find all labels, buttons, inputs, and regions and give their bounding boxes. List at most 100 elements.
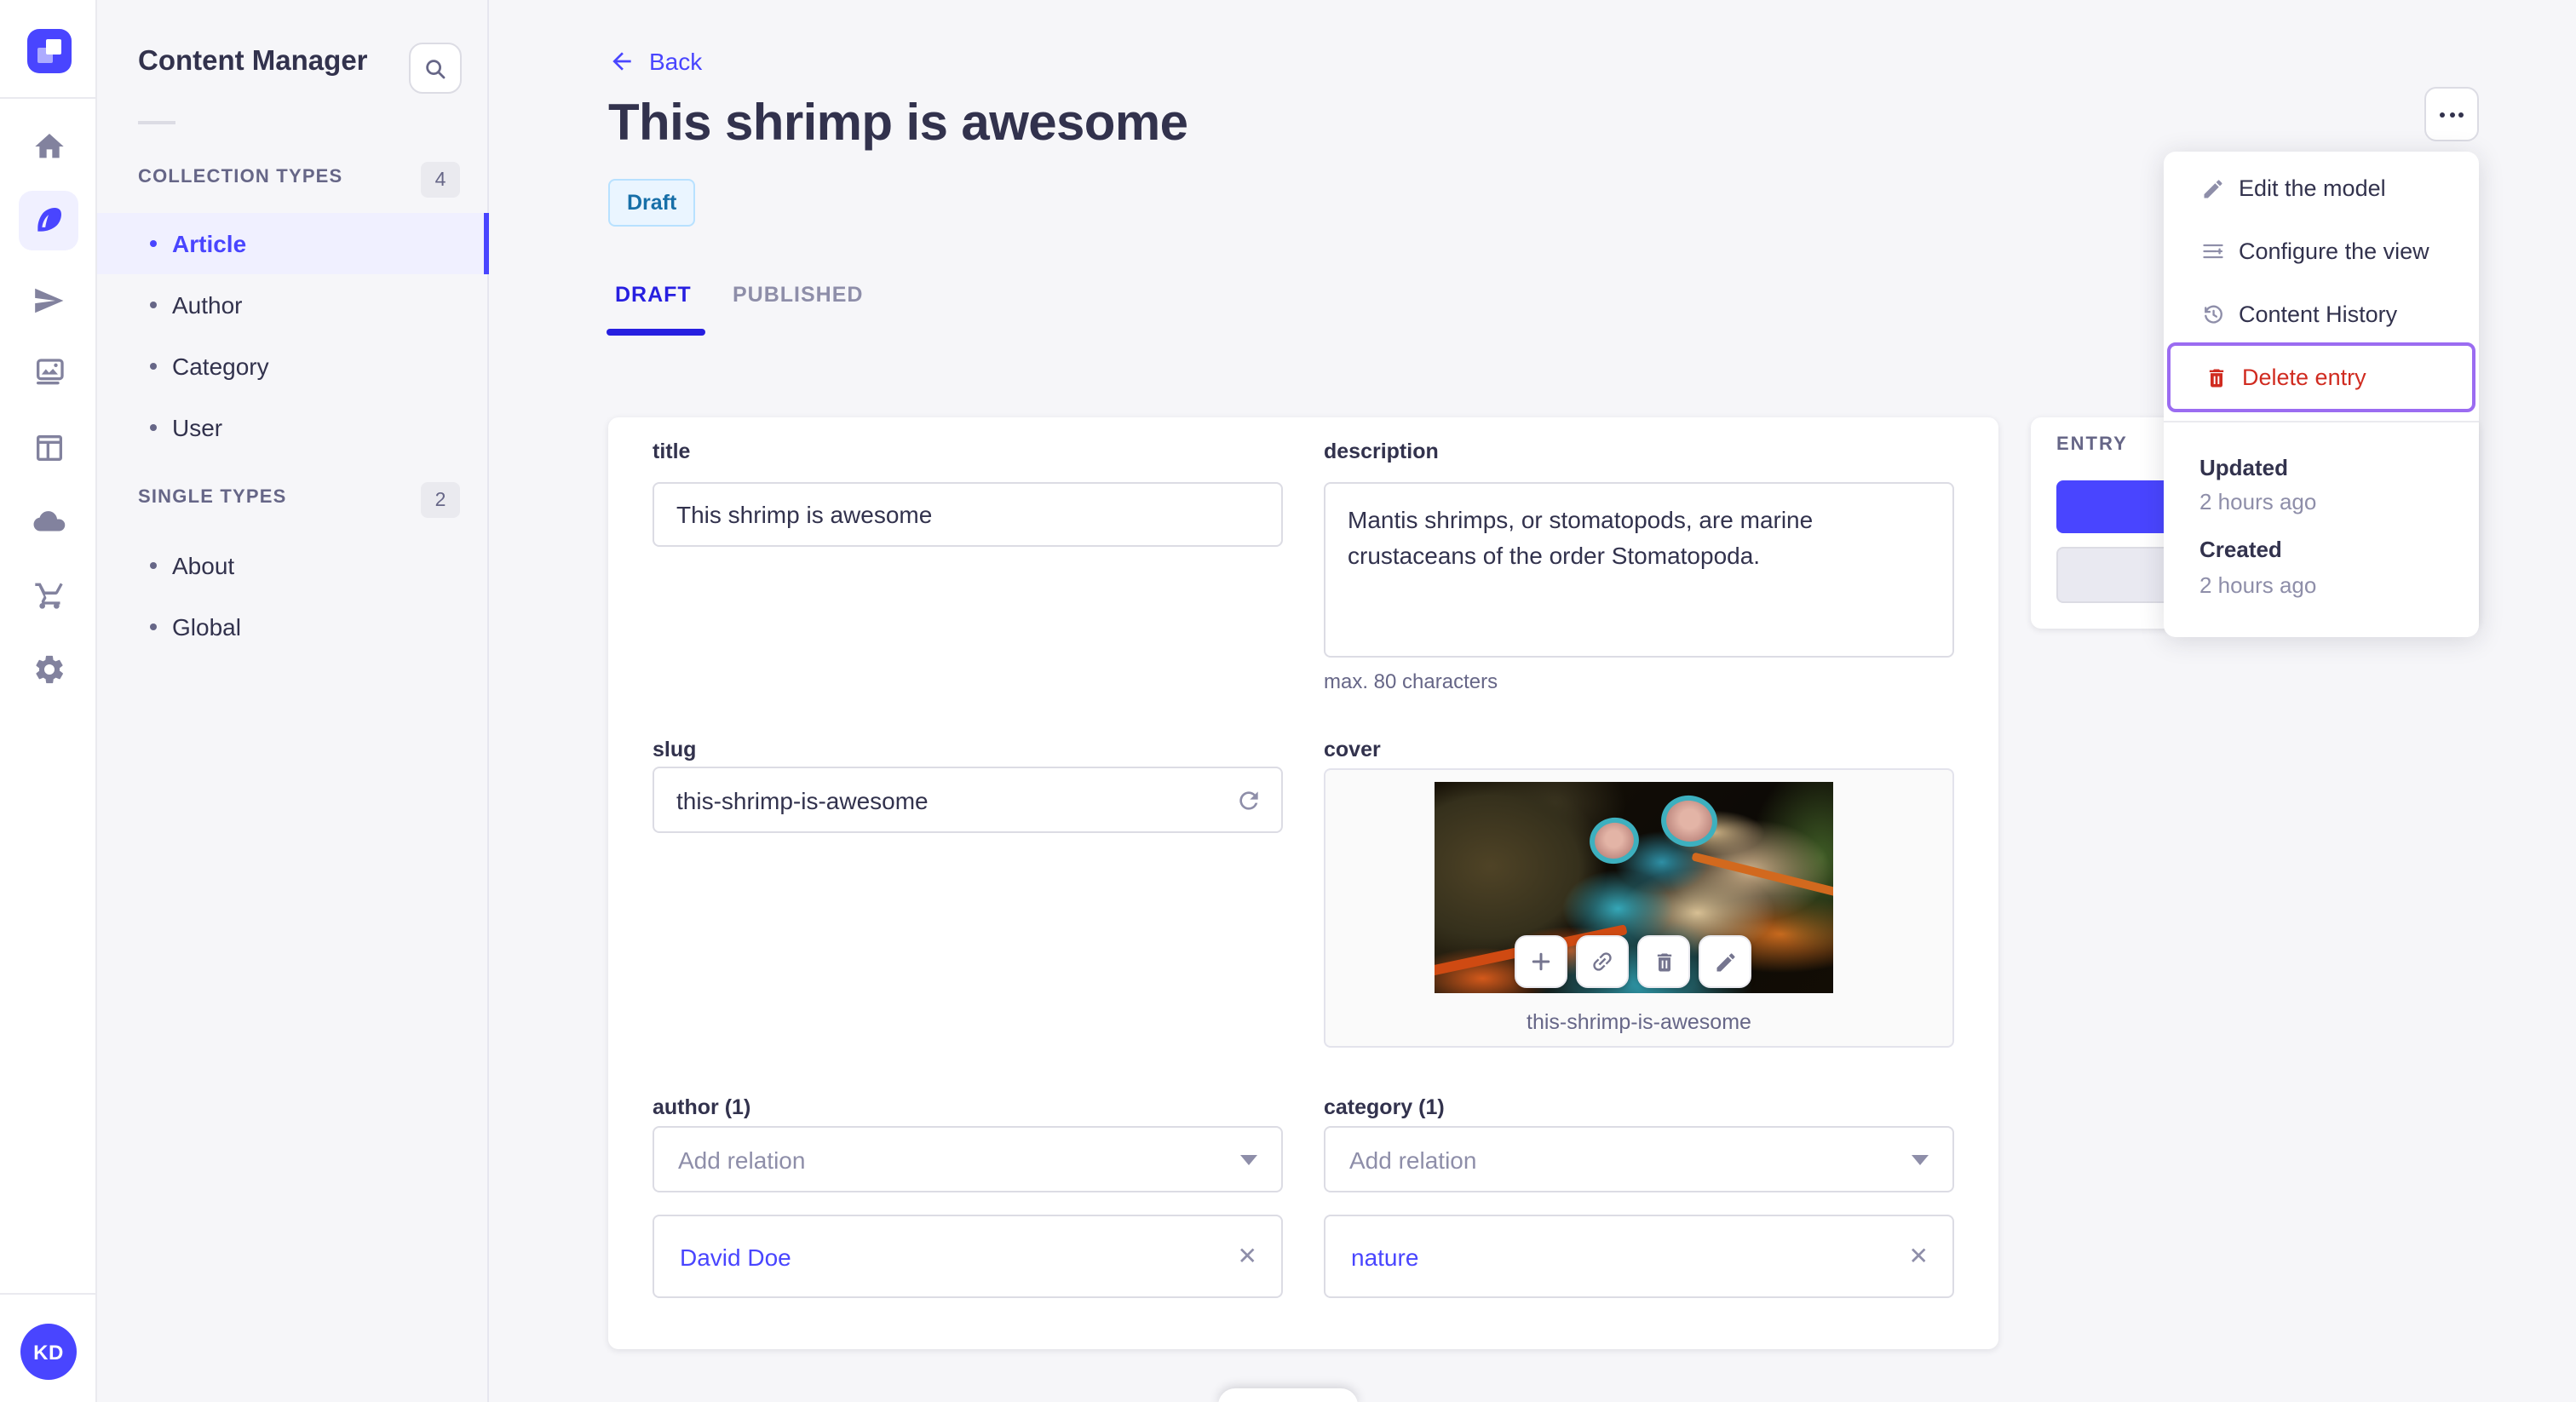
shrimp-eye [1658,791,1721,851]
edit-asset-button[interactable] [1699,935,1751,988]
remove-author-relation-icon[interactable]: ✕ [1238,1242,1257,1271]
slug-field-label: slug [653,738,697,761]
sidebar-item-label: Article [172,230,247,257]
subnav-title: Content Manager [138,46,368,77]
cover-field-label: cover [1324,738,1381,761]
active-indicator-bar [484,213,489,274]
menu-item-label: Configure the view [2239,238,2429,264]
home-icon[interactable] [14,112,83,181]
sidebar-item-label: About [172,552,235,579]
sidebar-item-category[interactable]: Category [97,336,489,397]
strapi-admin: KD Content Manager COLLECTION TYPES 4 Ar… [0,0,2576,1402]
menu-item-edit-the-model[interactable]: Edit the model [2164,157,2479,220]
remove-category-relation-icon[interactable]: ✕ [1909,1242,1929,1271]
description-hint: max. 80 characters [1324,669,1498,693]
subnav-divider [138,121,175,124]
user-avatar[interactable]: KD [20,1324,77,1380]
sidebar-item-label: User [172,414,223,441]
page-title: This shrimp is awesome [608,95,1188,152]
deploy-cloud-icon[interactable] [14,487,83,555]
content-manager-subnav: Content Manager COLLECTION TYPES 4 Artic… [97,0,489,1402]
marketplace-cart-icon[interactable] [14,560,83,629]
collection-types-count-badge: 4 [421,162,460,198]
sidebar-item-about[interactable]: About [97,535,489,596]
menu-item-delete-entry[interactable]: Delete entry [2167,342,2475,412]
icon-rail: KD [0,0,97,1402]
back-link[interactable]: Back [608,48,702,75]
sidebar-item-article[interactable]: Article [97,213,489,274]
author-select-placeholder: Add relation [678,1146,806,1173]
category-relation-select[interactable]: Add relation [1324,1126,1954,1192]
chevron-down-icon [1912,1154,1929,1164]
author-field-label: author (1) [653,1095,751,1119]
back-arrow-icon [612,52,631,71]
settings-gear-icon[interactable] [14,635,83,704]
history-clock-icon [2201,302,2225,327]
sidebar-item-global[interactable]: Global [97,596,489,658]
cover-asset-card: this-shrimp-is-awesome [1324,768,1954,1048]
shrimp-eye [1585,813,1643,869]
rail-divider [0,97,97,99]
releases-icon[interactable] [14,266,83,334]
content-type-builder-icon[interactable] [14,414,83,482]
add-asset-button[interactable] [1515,935,1567,988]
title-field-label: title [653,440,691,463]
menu-divider [2164,421,2479,422]
strapi-logo-icon[interactable] [27,29,72,73]
shrimp-antenna [1691,852,1833,898]
updated-value: 2 hours ago [2199,489,2317,514]
collection-types-label: COLLECTION TYPES [138,167,343,187]
back-label: Back [649,48,703,75]
created-label: Created [2199,537,2282,562]
entry-panel-label: ENTRY [2056,434,2128,455]
status-badge: Draft [608,179,696,227]
edit-form-card: title This shrimp is awesome description… [608,417,1998,1349]
title-input[interactable]: This shrimp is awesome [653,482,1283,547]
sidebar-item-label: Author [172,291,243,319]
bullet-icon [150,302,157,308]
regenerate-slug-icon[interactable] [1235,786,1262,813]
tab-published[interactable]: PUBLISHED [733,283,863,307]
single-types-count-badge: 2 [421,482,460,518]
slug-input-value: this-shrimp-is-awesome [676,786,929,813]
search-button[interactable] [409,43,462,94]
more-options-button[interactable] [2424,87,2479,141]
tab-draft[interactable]: DRAFT [615,283,692,307]
author-relation-item: David Doe ✕ [653,1215,1283,1298]
description-value: Mantis shrimps, or stomatopods, are mari… [1348,506,1814,569]
author-relation-link[interactable]: David Doe [654,1243,791,1270]
bullet-icon [150,623,157,630]
category-relation-link[interactable]: nature [1325,1243,1418,1270]
content-manager-icon[interactable] [19,191,78,250]
slug-input[interactable]: this-shrimp-is-awesome [653,767,1283,833]
menu-item-configure-the-view[interactable]: Configure the view [2164,220,2479,283]
bullet-icon [150,562,157,569]
category-select-placeholder: Add relation [1349,1146,1477,1173]
active-tab-underline [607,329,705,335]
description-textarea[interactable]: Mantis shrimps, or stomatopods, are mari… [1324,482,1954,658]
delete-asset-button[interactable] [1637,935,1690,988]
menu-item-label: Content History [2239,302,2398,327]
bottom-pill-widget[interactable] [1218,1388,1358,1402]
single-types-label: SINGLE TYPES [138,487,287,508]
copy-link-button[interactable] [1576,935,1629,988]
media-library-icon[interactable] [14,339,83,407]
rail-bottom-divider [0,1293,97,1295]
trash-icon [2205,365,2228,389]
description-field-label: description [1324,440,1439,463]
sidebar-item-user[interactable]: User [97,397,489,458]
bullet-icon [150,424,157,431]
menu-item-label: Edit the model [2239,175,2386,201]
configure-list-icon [2201,238,2225,264]
sidebar-item-label: Category [172,353,269,380]
menu-item-label: Delete entry [2242,365,2366,390]
sidebar-item-author[interactable]: Author [97,274,489,336]
author-relation-select[interactable]: Add relation [653,1126,1283,1192]
sidebar-item-label: Global [172,613,241,641]
menu-item-content-history[interactable]: Content History [2164,283,2479,346]
chevron-down-icon [1240,1154,1257,1164]
cover-filename: this-shrimp-is-awesome [1527,1010,1751,1034]
cover-image[interactable] [1435,782,1833,993]
category-relation-item: nature ✕ [1324,1215,1954,1298]
created-value: 2 hours ago [2199,572,2317,598]
